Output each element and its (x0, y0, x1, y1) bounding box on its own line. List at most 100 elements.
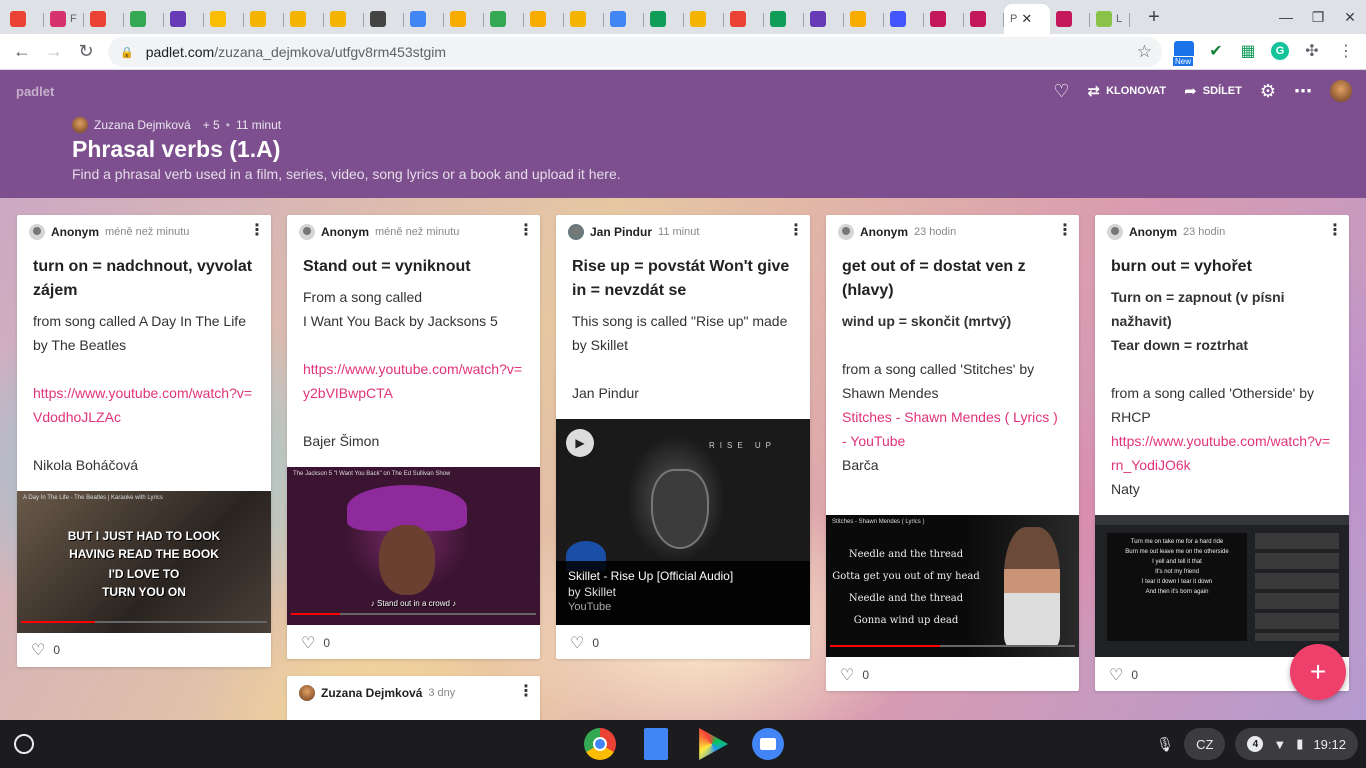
video-progress[interactable] (291, 613, 536, 615)
browser-tab[interactable] (804, 4, 844, 34)
browser-tab[interactable] (964, 4, 1004, 34)
browser-tab[interactable] (524, 4, 564, 34)
post-menu-icon[interactable]: ⋮ (518, 223, 534, 239)
browser-tab[interactable] (4, 4, 44, 34)
forward-icon[interactable]: → (38, 36, 70, 68)
browser-tab[interactable] (924, 4, 964, 34)
like-control[interactable]: ♡ 0 (840, 665, 869, 685)
extension-new-icon[interactable]: New (1172, 39, 1196, 67)
target-icon (730, 11, 746, 27)
user-avatar[interactable] (1330, 80, 1352, 102)
minimize-icon[interactable]: — (1270, 9, 1302, 25)
video-progress[interactable] (830, 645, 1075, 647)
sheets-extension-icon[interactable]: ▦ (1236, 39, 1260, 63)
docs-app-icon[interactable] (644, 728, 668, 760)
post-text-line (33, 429, 255, 453)
post-menu-icon[interactable]: ⋮ (788, 223, 804, 239)
browser-tab[interactable] (244, 4, 284, 34)
like-control[interactable]: ♡ 0 (570, 633, 599, 653)
like-control[interactable]: ♡ 0 (301, 633, 330, 653)
video-thumbnail[interactable]: A Day In The Life - The Beatles | Karaok… (17, 491, 271, 633)
browser-tab[interactable]: F (44, 4, 84, 34)
browser-tab[interactable] (124, 4, 164, 34)
browser-tab[interactable] (444, 4, 484, 34)
heart-icon[interactable]: ♡ (1053, 81, 1069, 102)
padlet-logo[interactable]: padlet (16, 84, 54, 99)
ime-indicator[interactable]: CZ (1184, 728, 1226, 760)
browser-tab[interactable] (484, 4, 524, 34)
post-card[interactable]: Anonym méně než minutu ⋮ Stand out = vyn… (287, 215, 540, 659)
browser-tab[interactable]: L (1090, 4, 1130, 34)
heart-icon[interactable]: ♡ (1109, 665, 1123, 685)
heart-icon[interactable]: ♡ (301, 633, 315, 653)
heart-icon[interactable]: ♡ (31, 640, 45, 660)
close-window-icon[interactable]: ✕ (1334, 9, 1366, 26)
play-icon[interactable]: ▶ (566, 429, 594, 457)
extensions-puzzle-icon[interactable]: ✣ (1300, 39, 1324, 63)
launcher-icon[interactable] (14, 734, 34, 754)
post-menu-icon[interactable]: ⋮ (518, 684, 534, 700)
post-title: Rise up = povstát Won't give in = nevzdá… (572, 258, 790, 299)
browser-tab[interactable] (684, 4, 724, 34)
browser-tab[interactable] (884, 4, 924, 34)
post-card[interactable]: Jan Pindur 11 minut ⋮ Rise up = povstát … (556, 215, 810, 659)
browser-tab[interactable] (1050, 4, 1090, 34)
post-card[interactable]: Zuzana Dejmková 3 dny ⋮ (287, 676, 540, 720)
address-bar[interactable]: 🔒 padlet.com/zuzana_dejmkova/utfgv8rm453… (108, 37, 1162, 67)
browser-tab[interactable] (604, 4, 644, 34)
settings-gear-icon[interactable]: ⚙ (1260, 81, 1276, 102)
browser-tab[interactable] (84, 4, 124, 34)
like-control[interactable]: ♡ 0 (31, 640, 60, 660)
video-thumbnail[interactable]: Stitches - Shawn Mendes ( Lyrics ) Needl… (826, 515, 1079, 657)
clone-button[interactable]: ⇄ KLONOVAT (1087, 82, 1166, 100)
browser-tab[interactable] (364, 4, 404, 34)
bookmark-star-icon[interactable]: ☆ (1137, 42, 1152, 62)
system-tray[interactable]: 🎙 CZ 4 ▼ ▮ 19:12 (1156, 728, 1358, 760)
browser-tab[interactable] (404, 4, 444, 34)
browser-tab[interactable] (164, 4, 204, 34)
browser-tab[interactable] (564, 4, 604, 34)
post-card[interactable]: Anonym 23 hodin ⋮ burn out = vyhořet Tur… (1095, 215, 1349, 691)
browser-tab[interactable] (644, 4, 684, 34)
heart-icon[interactable]: ♡ (840, 665, 854, 685)
checkmark-extension-icon[interactable]: ✔ (1204, 39, 1228, 63)
browser-tab[interactable] (844, 4, 884, 34)
chrome-menu-icon[interactable]: ⋮ (1334, 39, 1358, 63)
video-thumbnail[interactable]: The Jackson 5 "I Want You Back" on The E… (287, 467, 540, 625)
browser-tab[interactable] (724, 4, 764, 34)
post-menu-icon[interactable]: ⋮ (1057, 223, 1073, 239)
chrome-app-icon[interactable] (584, 728, 616, 760)
active-tab[interactable]: P ✕ (1004, 4, 1050, 34)
post-card[interactable]: Anonym méně než minutu ⋮ turn on = nadch… (17, 215, 271, 667)
grammarly-icon[interactable]: G (1268, 39, 1292, 63)
reload-icon[interactable]: ↻ (70, 36, 102, 68)
heart-icon[interactable]: ♡ (570, 633, 584, 653)
back-icon[interactable]: ← (6, 36, 38, 68)
post-menu-icon[interactable]: ⋮ (1327, 223, 1343, 239)
status-area[interactable]: 4 ▼ ▮ 19:12 (1235, 728, 1358, 760)
like-control[interactable]: ♡ 0 (1109, 665, 1138, 685)
post-link[interactable]: https://www.youtube.com/watch?v=y2bVIBwp… (303, 357, 524, 405)
browser-tab[interactable] (324, 4, 364, 34)
microphone-icon[interactable]: 🎙 (1156, 736, 1174, 753)
restore-icon[interactable]: ❐ (1302, 9, 1334, 26)
more-options-icon[interactable]: ⋯ (1294, 81, 1312, 102)
browser-tab[interactable] (204, 4, 244, 34)
play-store-icon[interactable] (699, 728, 728, 760)
screenshot-thumbnail[interactable]: Turn me on take me for a hard ride Burn … (1095, 515, 1349, 657)
post-link[interactable]: https://www.youtube.com/watch?v=rn_YodiJ… (1111, 429, 1333, 477)
post-menu-icon[interactable]: ⋮ (249, 223, 265, 239)
video-progress[interactable] (21, 621, 267, 623)
post-card[interactable]: Anonym 23 hodin ⋮ get out of = dostat ve… (826, 215, 1079, 691)
share-button[interactable]: ➦ SDÍLET (1184, 82, 1242, 100)
post-link[interactable]: https://www.youtube.com/watch?v=VdodhoJL… (33, 381, 255, 429)
add-post-button[interactable]: + (1290, 644, 1346, 700)
new-tab-button[interactable]: + (1140, 3, 1168, 31)
close-tab-icon[interactable]: ✕ (1021, 11, 1032, 27)
browser-tab[interactable] (764, 4, 804, 34)
youtube-embed[interactable]: ▶ RISE UP Skillet - Rise Up [Official Au… (556, 419, 810, 625)
files-app-icon[interactable] (752, 728, 784, 760)
embed-title[interactable]: Skillet - Rise Up [Official Audio] (568, 569, 798, 583)
post-link[interactable]: Stitches - Shawn Mendes ( Lyrics ) - You… (842, 405, 1063, 453)
browser-tab[interactable] (284, 4, 324, 34)
